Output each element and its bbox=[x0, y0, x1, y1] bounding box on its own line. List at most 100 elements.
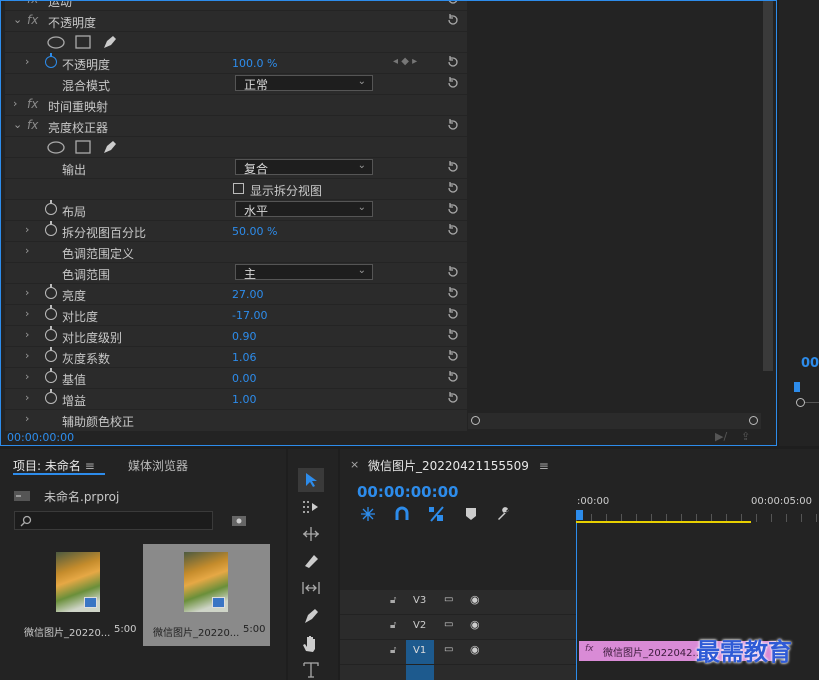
chevron-right-icon[interactable]: › bbox=[25, 307, 29, 320]
param-row-gamma[interactable]: › 灰度系数 1.06 bbox=[5, 347, 467, 368]
stopwatch-icon[interactable] bbox=[45, 221, 57, 236]
chevron-down-icon[interactable]: ⌄ bbox=[13, 13, 22, 26]
reset-icon[interactable] bbox=[446, 76, 460, 90]
param-value[interactable]: 0.00 bbox=[232, 372, 257, 385]
search-input[interactable] bbox=[14, 511, 213, 530]
project-item-selected[interactable]: 微信图片_20220... 5:00 bbox=[143, 544, 270, 646]
effect-row-luma-corrector[interactable]: ⌄ fx 亮度校正器 bbox=[5, 116, 467, 137]
eye-icon[interactable]: ◉ bbox=[470, 618, 480, 631]
linked-selection-icon[interactable] bbox=[427, 505, 445, 523]
pen-icon[interactable] bbox=[301, 607, 321, 625]
play-audio-icon[interactable]: ▶/ bbox=[715, 430, 727, 443]
zoom-handle[interactable] bbox=[796, 398, 805, 407]
stopwatch-icon[interactable] bbox=[45, 389, 57, 404]
param-value[interactable]: 27.00 bbox=[232, 288, 264, 301]
timecode[interactable]: 00:00:00:00 bbox=[7, 431, 74, 444]
vertical-scrollbar[interactable] bbox=[763, 1, 773, 371]
sync-lock-icon[interactable]: ▭ bbox=[444, 619, 453, 630]
lock-icon[interactable]: 🔓︎ bbox=[390, 595, 396, 606]
keyframe-nav-icon[interactable]: ◂ ◆ ▸ bbox=[393, 56, 417, 67]
reset-icon[interactable] bbox=[446, 181, 460, 195]
slip-icon[interactable] bbox=[301, 580, 321, 596]
stopwatch-icon[interactable] bbox=[45, 53, 57, 68]
stopwatch-icon[interactable] bbox=[45, 284, 57, 299]
output-dropdown[interactable]: 复合 ⌄ bbox=[235, 159, 373, 176]
nest-icon[interactable] bbox=[360, 506, 376, 522]
effect-controls-timeline[interactable] bbox=[468, 1, 763, 431]
sequence-timecode[interactable]: 00:00:00:00 bbox=[357, 483, 459, 501]
layout-dropdown[interactable]: 水平 ⌄ bbox=[235, 201, 373, 218]
effect-row-time-remap[interactable]: › fx 时间重映射 bbox=[5, 95, 467, 116]
track-select-icon[interactable] bbox=[301, 499, 321, 515]
menu-icon[interactable]: ≡ bbox=[539, 459, 549, 473]
pen-mask-icon[interactable] bbox=[101, 139, 119, 155]
playhead-marker[interactable] bbox=[794, 382, 800, 392]
chevron-right-icon[interactable]: › bbox=[25, 55, 29, 68]
param-row-brightness[interactable]: › 亮度 27.00 bbox=[5, 284, 467, 305]
param-row-contrast-level[interactable]: › 对比度级别 0.90 bbox=[5, 326, 467, 347]
fx-icon[interactable]: fx bbox=[27, 1, 38, 6]
param-value[interactable]: 100.0 % bbox=[232, 57, 277, 70]
zoom-track[interactable] bbox=[805, 402, 819, 403]
project-item[interactable]: 微信图片_20220... 5:00 bbox=[14, 544, 141, 646]
track-header-v1[interactable]: 🔓︎ V1 ▭ ◉ bbox=[340, 640, 576, 665]
lock-icon[interactable]: 🔓︎ bbox=[390, 645, 396, 656]
timeline-scrollbar[interactable] bbox=[468, 413, 761, 429]
work-area-bar[interactable] bbox=[576, 521, 751, 523]
reset-icon[interactable] bbox=[446, 370, 460, 384]
hand-icon[interactable] bbox=[301, 634, 321, 652]
playhead[interactable] bbox=[576, 510, 583, 520]
tab-project[interactable]: 项目: 未命名 ≡ bbox=[13, 457, 95, 474]
effect-row-opacity[interactable]: ⌄ fx 不透明度 bbox=[5, 11, 467, 32]
time-ruler[interactable]: :00:00 00:00:05:00 bbox=[576, 493, 819, 523]
param-row-split-percent[interactable]: › 拆分视图百分比 50.00 % bbox=[5, 221, 467, 242]
razor-icon[interactable] bbox=[301, 553, 321, 569]
effect-row-motion[interactable]: › fx 运动 bbox=[5, 1, 467, 11]
reset-icon[interactable] bbox=[446, 1, 460, 6]
reset-icon[interactable] bbox=[446, 223, 460, 237]
param-value[interactable]: 0.90 bbox=[232, 330, 257, 343]
type-icon[interactable] bbox=[301, 661, 321, 679]
split-view-checkbox[interactable] bbox=[233, 183, 244, 194]
ripple-edit-icon[interactable] bbox=[301, 526, 321, 542]
blend-mode-dropdown[interactable]: 正常 ⌄ bbox=[235, 75, 373, 92]
export-icon[interactable]: ⇪ bbox=[741, 430, 750, 443]
tonal-range-dropdown[interactable]: 主 ⌄ bbox=[235, 264, 373, 281]
chevron-right-icon[interactable]: › bbox=[25, 223, 29, 236]
tab-media-browser[interactable]: 媒体浏览器 bbox=[128, 457, 188, 474]
stopwatch-icon[interactable] bbox=[45, 347, 57, 362]
program-timecode[interactable]: 00 bbox=[801, 356, 819, 371]
chevron-right-icon[interactable]: › bbox=[25, 286, 29, 299]
reset-icon[interactable] bbox=[446, 391, 460, 405]
chevron-right-icon[interactable]: › bbox=[25, 370, 29, 383]
param-value[interactable]: 50.00 % bbox=[232, 225, 277, 238]
sync-lock-icon[interactable]: ▭ bbox=[444, 644, 453, 655]
track-header-v3[interactable]: 🔓︎ V3 ▭ ◉ bbox=[340, 590, 576, 615]
fx-icon[interactable]: fx bbox=[27, 97, 38, 111]
reset-icon[interactable] bbox=[446, 202, 460, 216]
param-row-gain[interactable]: › 增益 1.00 bbox=[5, 389, 467, 410]
reset-icon[interactable] bbox=[446, 307, 460, 321]
rectangle-mask-icon[interactable] bbox=[75, 35, 91, 49]
param-value[interactable]: -17.00 bbox=[232, 309, 267, 322]
eye-icon[interactable]: ◉ bbox=[470, 643, 480, 656]
track-header-v2[interactable]: 🔓︎ V2 ▭ ◉ bbox=[340, 615, 576, 640]
chevron-right-icon[interactable]: › bbox=[25, 391, 29, 404]
pen-mask-icon[interactable] bbox=[101, 34, 119, 50]
chevron-right-icon[interactable]: › bbox=[25, 349, 29, 362]
lock-icon[interactable]: 🔓︎ bbox=[390, 620, 396, 631]
reset-icon[interactable] bbox=[446, 328, 460, 342]
ellipse-mask-icon[interactable] bbox=[47, 141, 65, 154]
stopwatch-icon[interactable] bbox=[45, 200, 57, 215]
close-icon[interactable]: × bbox=[350, 458, 359, 471]
ellipse-mask-icon[interactable] bbox=[47, 36, 65, 49]
scroll-handle-right[interactable] bbox=[749, 416, 758, 425]
selection-tool[interactable] bbox=[298, 468, 324, 492]
reset-icon[interactable] bbox=[446, 286, 460, 300]
param-row-contrast[interactable]: › 对比度 -17.00 bbox=[5, 305, 467, 326]
param-value[interactable]: 1.06 bbox=[232, 351, 257, 364]
eye-icon[interactable]: ◉ bbox=[470, 593, 480, 606]
chevron-right-icon[interactable]: › bbox=[25, 244, 29, 257]
sync-lock-icon[interactable]: ▭ bbox=[444, 594, 453, 605]
tab-sequence[interactable]: 微信图片_20220421155509 ≡ bbox=[368, 457, 549, 474]
